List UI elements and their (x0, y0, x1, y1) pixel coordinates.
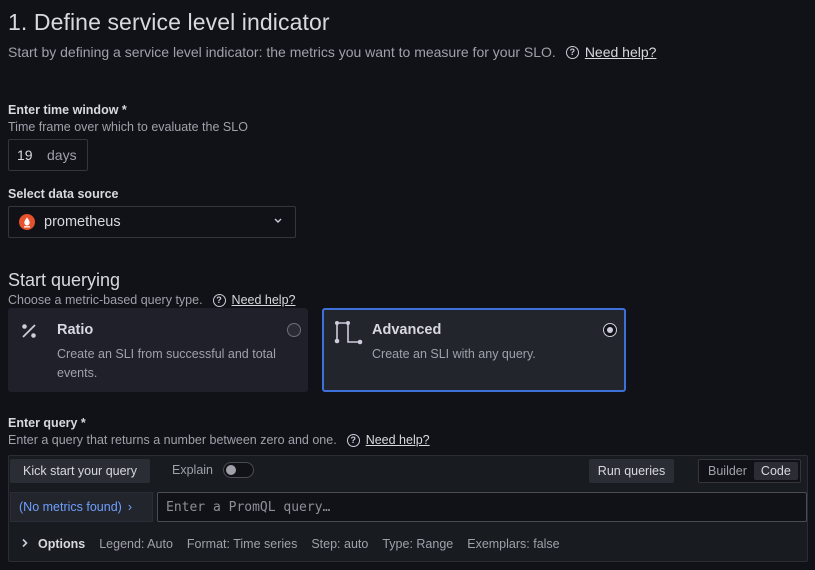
data-source-value: prometheus (44, 214, 121, 230)
time-window-input[interactable]: 19 days (8, 139, 88, 171)
chevron-down-icon (273, 215, 283, 228)
query-description-row: Enter a query that returns a number betw… (8, 433, 430, 447)
flow-icon (332, 320, 364, 349)
kick-start-button[interactable]: Kick start your query (10, 459, 150, 483)
page-title: 1. Define service level indicator (8, 9, 330, 35)
header-help-link[interactable]: ? Need help? (565, 44, 657, 60)
query-help-link[interactable]: ? Need help? (346, 433, 430, 447)
time-window-label: Enter time window * (8, 103, 127, 117)
options-label[interactable]: Options (38, 537, 85, 551)
time-window-description: Time frame over which to evaluate the SL… (8, 120, 248, 134)
time-window-unit: days (47, 147, 77, 163)
query-label: Enter query * (8, 416, 86, 430)
option-type: Type: Range (382, 537, 454, 551)
builder-mode-option[interactable]: Builder (701, 462, 754, 480)
query-description: Enter a query that returns a number betw… (8, 433, 337, 447)
query-editor-panel: Kick start your query Explain Run querie… (8, 455, 808, 562)
question-circle-icon: ? (346, 433, 360, 447)
advanced-card-description: Create an SLI with any query. (372, 347, 536, 361)
promql-query-input[interactable]: Enter a PromQL query… (157, 492, 807, 522)
data-source-select[interactable]: prometheus (8, 206, 296, 238)
querying-subtitle: Choose a metric-based query type. (8, 293, 203, 307)
prometheus-icon (19, 214, 35, 230)
query-help-text[interactable]: Need help? (366, 433, 430, 447)
query-type-card-ratio[interactable]: Ratio Create an SLI from successful and … (8, 308, 308, 392)
option-exemplars: Exemplars: false (467, 537, 560, 551)
data-source-label: Select data source (8, 187, 119, 201)
querying-help-text[interactable]: Need help? (232, 293, 296, 307)
chevron-right-icon: › (127, 500, 132, 514)
run-queries-button[interactable]: Run queries (589, 459, 674, 483)
time-window-value[interactable]: 19 (17, 147, 39, 163)
ratio-radio[interactable] (287, 323, 301, 337)
promql-placeholder: Enter a PromQL query… (166, 499, 331, 515)
querying-subtitle-row: Choose a metric-based query type. ? Need… (8, 293, 296, 307)
code-mode-option[interactable]: Code (753, 462, 798, 480)
metrics-browser-label: (No metrics found) (19, 500, 122, 514)
option-legend: Legend: Auto (99, 537, 173, 551)
querying-title: Start querying (8, 270, 121, 290)
editor-mode-toggle[interactable]: Builder Code (698, 459, 801, 483)
explain-toggle[interactable] (223, 462, 254, 478)
page-subtitle: Start by defining a service level indica… (8, 44, 556, 60)
querying-help-link[interactable]: ? Need help? (212, 293, 296, 307)
page-subtitle-row: Start by defining a service level indica… (8, 44, 656, 60)
explain-label: Explain (172, 463, 213, 477)
question-circle-icon: ? (565, 45, 579, 59)
query-type-card-advanced[interactable]: Advanced Create an SLI with any query. (322, 308, 626, 392)
query-options-row[interactable]: Options Legend: Auto Format: Time series… (9, 534, 574, 554)
metrics-browser-button[interactable]: (No metrics found) › (10, 492, 153, 522)
advanced-card-title: Advanced (372, 322, 442, 338)
question-circle-icon: ? (212, 293, 226, 307)
ratio-card-description: Create an SLI from successful and total … (57, 347, 276, 380)
header-help-text[interactable]: Need help? (585, 44, 657, 60)
advanced-radio[interactable] (603, 323, 617, 337)
option-step: Step: auto (311, 537, 369, 551)
ratio-card-title: Ratio (57, 322, 94, 338)
percent-icon (20, 322, 38, 343)
option-format: Format: Time series (186, 537, 298, 551)
chevron-right-icon (21, 538, 29, 551)
